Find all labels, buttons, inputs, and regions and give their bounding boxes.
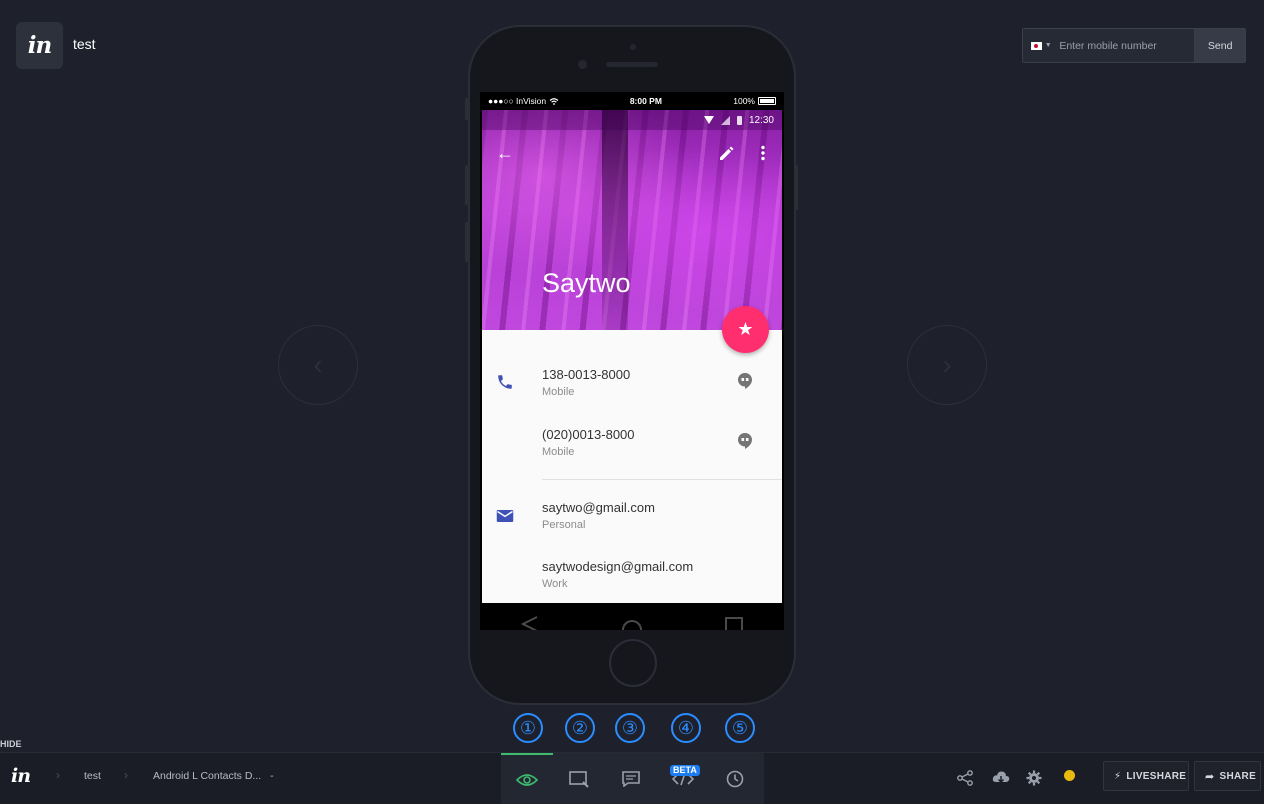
previous-screen-button[interactable]: ‹ — [278, 325, 358, 405]
phone-sensor — [630, 44, 636, 50]
breadcrumb-caret: - — [270, 770, 274, 782]
breadcrumb-separator-icon: › — [56, 768, 60, 782]
sms-share-form: ▼ Send — [1022, 28, 1246, 63]
phone-row[interactable]: (020)0013-8000 Mobile — [482, 427, 782, 477]
email-type: Work — [542, 578, 568, 590]
hide-toolbar-button[interactable]: HIDE — [0, 739, 22, 749]
eye-icon — [516, 774, 538, 786]
phone-side-button — [465, 165, 468, 205]
comment-icon — [622, 771, 640, 787]
step-marker-2: ② — [565, 713, 595, 743]
breadcrumb-screen[interactable]: Android L Contacts D... - — [153, 770, 274, 782]
ios-time: 8:00 PM — [629, 96, 662, 106]
lightning-icon: ⚡ — [1114, 770, 1122, 782]
preview-mode-button[interactable] — [501, 753, 553, 804]
phone-home-button — [609, 639, 657, 687]
more-vertical-icon[interactable] — [758, 144, 768, 162]
clock-icon — [726, 770, 744, 788]
step-marker-1: ① — [513, 713, 543, 743]
ios-status-bar: ●●●○○ InVision 8:00 PM 100% — [480, 92, 784, 110]
ios-battery: 100% — [733, 96, 776, 106]
chevron-down-icon: ▼ — [1044, 42, 1052, 49]
liveshare-button[interactable]: ⚡ LIVESHARE — [1103, 761, 1189, 791]
beta-badge: BETA — [670, 765, 700, 776]
star-icon: ★ — [737, 319, 754, 339]
user-status-indicator[interactable] — [1064, 770, 1075, 781]
chevron-left-icon: ‹ — [313, 349, 323, 380]
battery-icon — [736, 115, 742, 125]
send-button[interactable]: Send — [1194, 29, 1245, 62]
phone-row[interactable]: 138-0013-8000 Mobile — [482, 367, 782, 417]
hotspot-icon — [569, 771, 589, 788]
phone-speaker — [606, 62, 658, 67]
japan-flag-icon — [1030, 41, 1042, 50]
battery-icon — [758, 97, 776, 105]
edit-pencil-icon[interactable] — [718, 144, 736, 162]
wifi-icon — [549, 98, 558, 106]
nav-recents-icon[interactable] — [724, 616, 744, 630]
signal-icon — [720, 115, 730, 125]
back-arrow-icon[interactable]: ← — [496, 142, 514, 164]
breadcrumb-separator-icon: › — [124, 768, 128, 782]
android-time: 12:30 — [748, 114, 774, 126]
gear-icon[interactable] — [1026, 770, 1042, 786]
contact-header-image: 12:30 ← Saytwo — [482, 110, 782, 330]
history-mode-button[interactable] — [709, 753, 761, 804]
section-divider — [542, 479, 782, 480]
mobile-number-input[interactable] — [1059, 29, 1195, 62]
share-button[interactable]: ➦ SHARE — [1194, 761, 1261, 791]
invision-logo[interactable]: in — [11, 765, 31, 787]
contact-toolbar: ← — [482, 142, 782, 164]
carrier-label: ●●●○○ InVision — [488, 96, 559, 106]
comment-mode-button[interactable] — [605, 753, 657, 804]
share-arrow-icon: ➦ — [1205, 770, 1215, 783]
phone-type: Mobile — [542, 386, 575, 398]
email-address: saytwo@gmail.com — [542, 500, 655, 515]
phone-side-button — [465, 222, 468, 262]
mode-switcher — [501, 753, 764, 804]
favorite-star-button[interactable]: ★ — [722, 306, 769, 353]
prototype-screen[interactable]: ●●●○○ InVision 8:00 PM 100% 12:30 ← Sayt… — [480, 92, 784, 630]
wifi-icon — [703, 116, 714, 124]
step-marker-5: ⑤ — [725, 713, 755, 743]
contact-name: Saytwo — [542, 268, 631, 298]
phone-side-button — [795, 165, 798, 210]
contact-detail-screen: 12:30 ← Saytwo ★ 138-0013-8000 Mobile (0… — [482, 110, 782, 603]
phone-type: Mobile — [542, 446, 575, 458]
android-nav-bar — [480, 603, 784, 630]
hangouts-icon[interactable] — [737, 432, 753, 450]
country-selector[interactable]: ▼ — [1023, 29, 1060, 62]
email-type: Personal — [542, 519, 586, 531]
phone-number: (020)0013-8000 — [542, 427, 635, 442]
build-mode-button[interactable] — [553, 753, 605, 804]
phone-icon — [498, 375, 512, 389]
share-network-icon[interactable] — [957, 770, 973, 786]
invision-logo[interactable]: in — [16, 22, 63, 69]
cloud-download-icon[interactable] — [992, 770, 1010, 786]
nav-back-icon[interactable] — [520, 616, 540, 630]
next-screen-button[interactable]: › — [907, 325, 987, 405]
phone-number: 138-0013-8000 — [542, 367, 631, 382]
email-icon — [496, 510, 514, 522]
android-status-bar: 12:30 — [482, 110, 782, 130]
email-row[interactable]: saytwo@gmail.com Personal — [482, 500, 782, 550]
step-marker-3: ③ — [615, 713, 645, 743]
hangouts-icon[interactable] — [737, 372, 753, 390]
phone-camera — [578, 60, 587, 69]
breadcrumb-project[interactable]: test — [84, 770, 101, 782]
phone-side-button — [465, 98, 468, 120]
email-address: saytwodesign@gmail.com — [542, 559, 694, 574]
step-marker-4: ④ — [671, 713, 701, 743]
chevron-right-icon: › — [942, 349, 952, 380]
inspect-mode-button[interactable] — [657, 753, 709, 804]
nav-home-icon[interactable] — [621, 616, 643, 630]
email-row[interactable]: saytwodesign@gmail.com Work — [482, 559, 782, 603]
project-title: test — [73, 36, 96, 52]
